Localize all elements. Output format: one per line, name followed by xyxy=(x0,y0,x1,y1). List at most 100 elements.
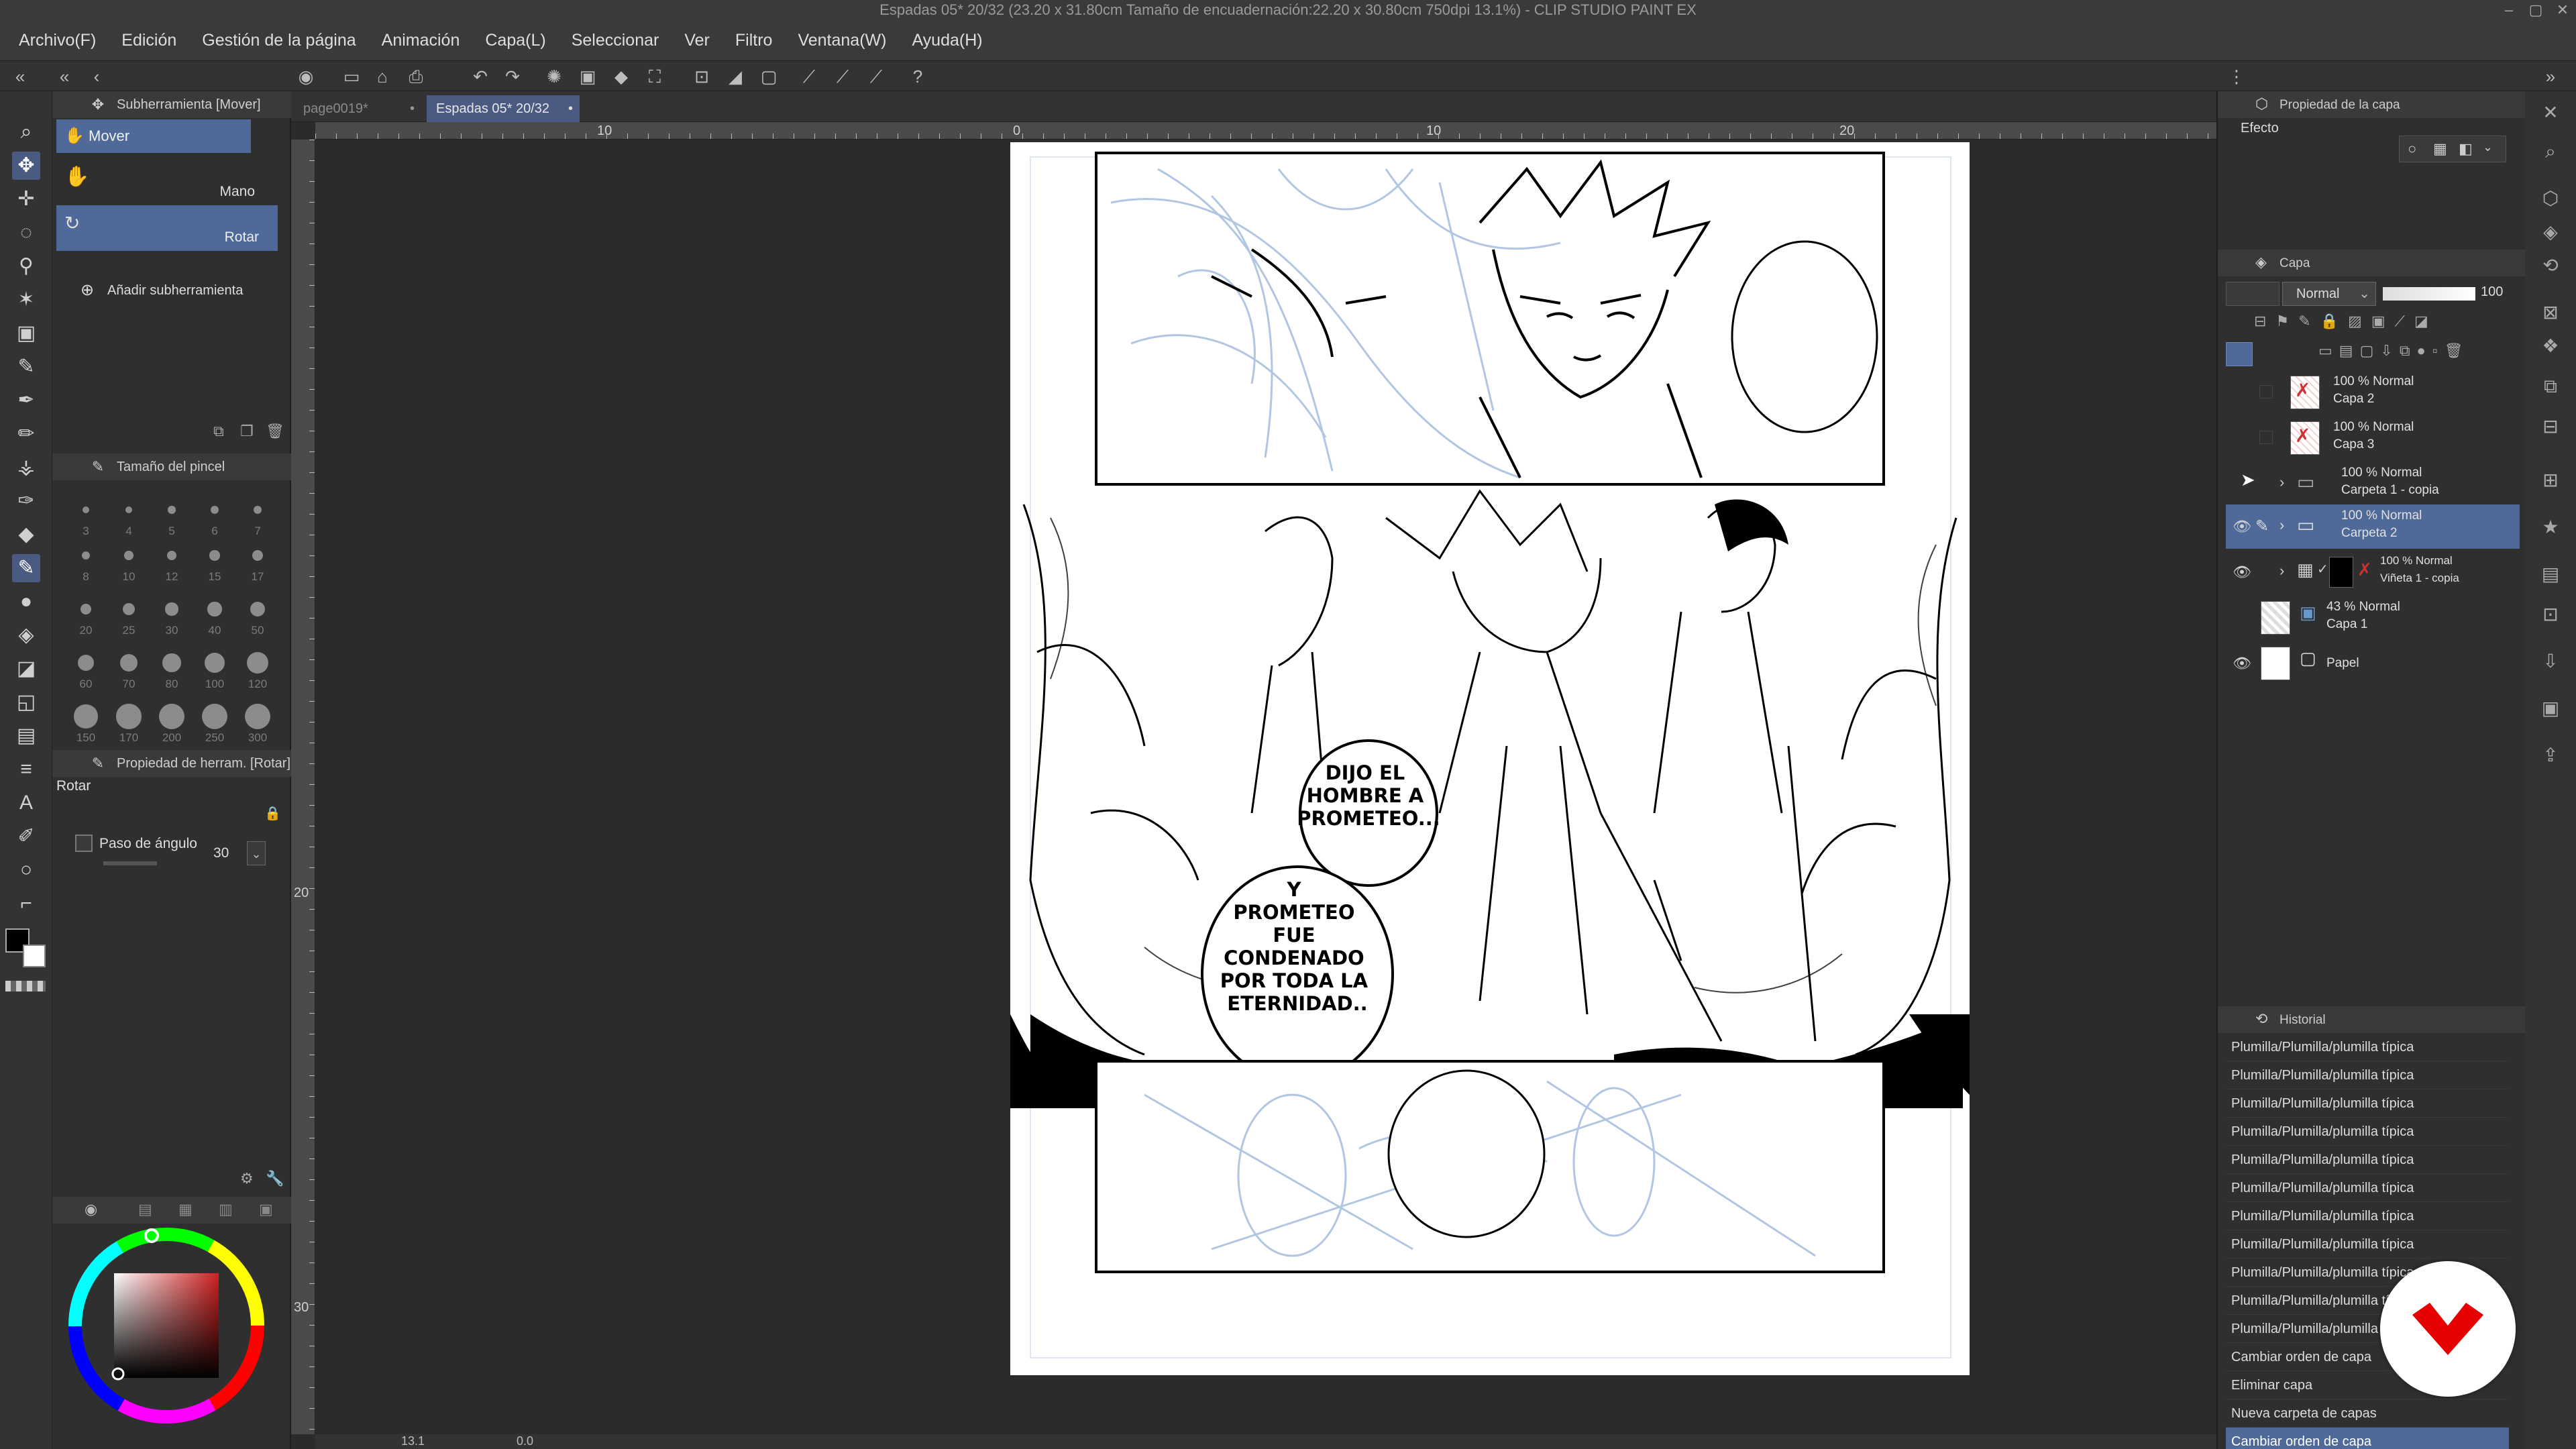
brush-size-option[interactable] xyxy=(125,506,133,514)
sub-view-icon[interactable]: ⧉ xyxy=(2537,373,2564,400)
color-set-tab-icon[interactable]: ▦ xyxy=(178,1201,193,1218)
brush-size-option[interactable] xyxy=(168,506,176,514)
brush-size-option[interactable] xyxy=(82,506,90,514)
gradient-tool-icon[interactable]: ◪ xyxy=(12,655,40,683)
fill-bucket-icon[interactable]: ◈ xyxy=(12,621,40,649)
brush-size-option[interactable] xyxy=(253,505,262,515)
brush-size-option[interactable] xyxy=(124,551,133,560)
pencil-icon[interactable]: ✏ xyxy=(12,420,40,448)
intermediate-color-tab-icon[interactable]: ▥ xyxy=(219,1201,233,1218)
brush-size-option[interactable] xyxy=(246,651,269,674)
history-item[interactable]: Plumilla/Plumilla/plumilla típica xyxy=(2226,1230,2509,1258)
menu-seleccionar[interactable]: Seleccionar xyxy=(572,31,659,50)
tab-page0019[interactable]: page0019* • xyxy=(294,95,421,122)
history-item[interactable]: Plumilla/Plumilla/plumilla típica xyxy=(2226,1202,2509,1230)
vertical-scrollbar[interactable] xyxy=(2204,140,2216,1434)
layer-lock-cell[interactable] xyxy=(2259,385,2273,398)
layer-row-capa-1[interactable]: ▣ 43 % Normal Capa 1 xyxy=(2226,596,2520,640)
menu-archivo[interactable]: Archivo(F) xyxy=(19,31,96,50)
brush-size-option[interactable] xyxy=(116,704,142,729)
clear-icon[interactable]: ▣ xyxy=(577,66,598,87)
text-icon[interactable]: A xyxy=(12,789,40,817)
export-icon[interactable]: ⇪ xyxy=(2537,742,2564,769)
snap-ruler-icon[interactable]: ⟋ xyxy=(798,66,820,87)
search-layer-icon[interactable]: ⌕ xyxy=(2537,138,2564,165)
lock-icon[interactable]: 🔒 xyxy=(264,805,281,822)
brush-size-option[interactable] xyxy=(81,551,91,560)
eye-icon[interactable]: 👁 xyxy=(2233,564,2251,581)
layer-row-papel[interactable]: 👁 ▢ Papel xyxy=(2226,641,2520,686)
clip-studio-icon[interactable]: ◉ xyxy=(295,66,317,87)
apply-mask-icon[interactable]: ▫ xyxy=(2432,342,2445,359)
canvas-area[interactable]: DIJO EL HOMBRE A PROMETEO... Y PROMETEO … xyxy=(315,140,2216,1434)
open-file-icon[interactable]: ⌂ xyxy=(372,66,393,87)
chevron-left-icon[interactable]: ‹ xyxy=(86,66,107,87)
angle-step-checkbox[interactable] xyxy=(75,835,93,852)
tone-effect-icon[interactable]: ▦ xyxy=(2433,140,2447,158)
ruler-icon[interactable]: ≡ xyxy=(12,755,40,784)
transparent-color-swatch[interactable] xyxy=(5,981,46,991)
snap-grid-icon[interactable]: ⟋ xyxy=(865,66,887,87)
brush-size-option[interactable] xyxy=(74,704,98,729)
auto-action-icon[interactable]: ★ xyxy=(2537,514,2564,541)
close-icon[interactable]: ✕ xyxy=(2549,0,2576,20)
menu-animacion[interactable]: Animación xyxy=(382,31,460,50)
maximize-icon[interactable]: ▢ xyxy=(2522,0,2549,20)
brush-size-option[interactable] xyxy=(77,654,95,672)
brush-size-option[interactable] xyxy=(119,653,138,672)
brush-size-option[interactable] xyxy=(123,603,135,615)
color-slider-tab-icon[interactable]: ▤ xyxy=(138,1201,152,1218)
combine-icon[interactable]: ⧉ xyxy=(2400,342,2417,359)
ruler-toggle-icon[interactable]: ⟋ xyxy=(2395,313,2414,329)
eraser-icon[interactable]: ◆ xyxy=(12,521,40,549)
select-layer-icon[interactable]: ⚲ xyxy=(12,252,40,280)
animation-icon[interactable]: ▤ xyxy=(2537,561,2564,588)
brush-size-option[interactable] xyxy=(245,704,270,729)
menu-capa[interactable]: Capa(L) xyxy=(485,31,545,50)
approximate-color-tab-icon[interactable]: ▣ xyxy=(259,1201,273,1218)
history-item[interactable]: Plumilla/Plumilla/plumilla típica xyxy=(2226,1174,2509,1202)
brush-size-option[interactable] xyxy=(211,506,219,514)
balloon-icon[interactable]: ✐ xyxy=(12,822,40,851)
chevron-right-icon[interactable]: › xyxy=(2279,474,2284,491)
lasso-icon[interactable]: ◌ xyxy=(12,219,40,247)
color-wheel[interactable] xyxy=(66,1225,267,1433)
tab-espadas[interactable]: Espadas 05* 20/32 • xyxy=(427,95,580,122)
layer-row-capa-2[interactable]: ✗ 100 % Normal Capa 2 xyxy=(2226,370,2520,415)
layers-icon[interactable]: ◈ xyxy=(2537,219,2564,246)
subtool-item-rotar[interactable]: ↻ Rotar xyxy=(56,205,278,251)
opacity-slider[interactable] xyxy=(2383,287,2475,301)
new-raster-layer-icon[interactable]: ▭ xyxy=(2318,342,2339,359)
magic-wand-icon[interactable]: ✶ xyxy=(12,286,40,314)
fill-icon[interactable]: ◆ xyxy=(610,66,632,87)
material-icon[interactable]: ❖ xyxy=(2537,333,2564,360)
snap-special-ruler-icon[interactable]: ⟋ xyxy=(832,66,853,87)
item-bank-icon[interactable]: ⊞ xyxy=(2537,467,2564,494)
brush-size-option[interactable] xyxy=(252,550,263,561)
transform-icon[interactable]: ⛶ xyxy=(644,66,665,87)
collapse-icon[interactable]: « xyxy=(9,66,31,87)
history-item[interactable]: Plumilla/Plumilla/plumilla típica xyxy=(2226,1061,2509,1089)
shape-icon[interactable]: ○ xyxy=(12,856,40,884)
navigator-icon[interactable]: ⊠ xyxy=(2537,299,2564,326)
move-hand-icon[interactable]: ✥ xyxy=(12,152,40,180)
layer-row-capa-3[interactable]: ✗ 100 % Normal Capa 3 xyxy=(2226,416,2520,460)
layer-list-mode-icon[interactable] xyxy=(2226,342,2253,366)
manga-page[interactable]: DIJO EL HOMBRE A PROMETEO... Y PROMETEO … xyxy=(1010,142,1970,1375)
menu-ayuda[interactable]: Ayuda(H) xyxy=(912,31,982,50)
new-file-icon[interactable]: ▭ xyxy=(341,66,362,87)
chevron-down-icon[interactable]: ⌄ xyxy=(247,841,266,865)
loading-icon[interactable]: ✺ xyxy=(543,66,565,87)
brush-size-option[interactable] xyxy=(162,653,181,672)
blend-icon[interactable]: ✎ xyxy=(12,554,40,582)
gradient-icon[interactable]: ◢ xyxy=(724,66,746,87)
mask-icon[interactable]: ▣ xyxy=(2371,313,2395,329)
minimize-icon[interactable]: – xyxy=(2496,0,2522,20)
sub-color-swatch[interactable] xyxy=(23,945,46,967)
opacity-value[interactable]: 100 xyxy=(2481,284,2503,300)
chevron-right-icon[interactable]: › xyxy=(2279,562,2284,580)
correct-line-icon[interactable]: ⌐ xyxy=(12,890,40,918)
modified-dot-icon[interactable]: • xyxy=(568,95,573,122)
chevron-down-icon[interactable]: ⌄ xyxy=(2483,140,2493,154)
subtool-item-mano[interactable]: ✋ Mano xyxy=(56,153,278,205)
